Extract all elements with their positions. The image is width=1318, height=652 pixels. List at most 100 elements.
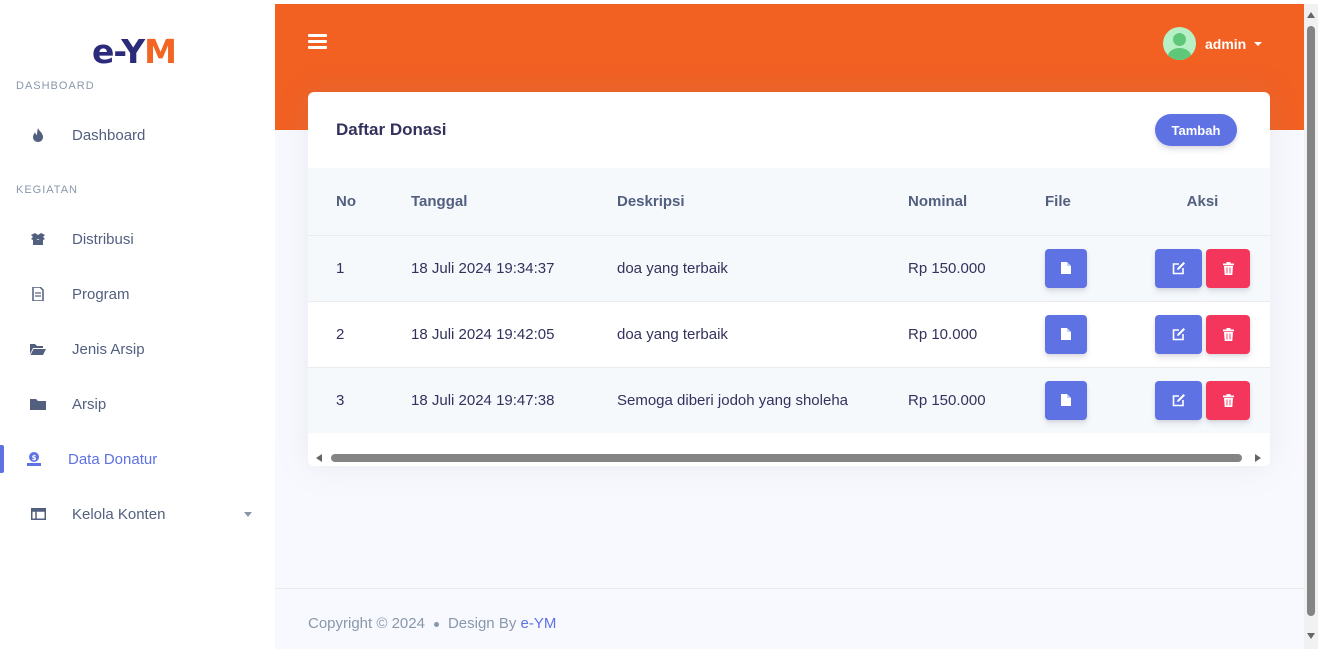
- sidebar-item-label: Arsip: [72, 395, 107, 413]
- card-title: Daftar Donasi: [336, 120, 447, 139]
- avatar: [1163, 27, 1196, 60]
- scrollbar-thumb[interactable]: [331, 454, 1242, 462]
- cell-aksi: [1135, 300, 1270, 367]
- cell-aksi: [1135, 234, 1270, 301]
- cell-deskripsi: doa yang terbaik: [617, 300, 908, 367]
- trash-icon: [1222, 327, 1234, 341]
- cell-aksi: [1135, 366, 1270, 433]
- document-icon: [30, 286, 46, 302]
- scrollbar-thumb[interactable]: [1307, 26, 1315, 616]
- money-icon: $: [26, 451, 42, 467]
- view-file-button[interactable]: [1045, 248, 1087, 288]
- folder-open-icon: [30, 341, 46, 357]
- table-row: 2 18 Juli 2024 19:42:05 doa yang terbaik…: [308, 300, 1270, 367]
- add-button[interactable]: Tambah: [1155, 114, 1237, 146]
- folder-icon: [30, 396, 46, 412]
- scroll-left-arrow-icon[interactable]: [316, 454, 322, 462]
- horizontal-scrollbar[interactable]: [308, 448, 1270, 466]
- cell-tanggal: 18 Juli 2024 19:42:05: [411, 300, 617, 367]
- edit-button[interactable]: [1155, 380, 1202, 420]
- file-icon: [1061, 328, 1071, 340]
- column-header-file: File: [1045, 168, 1135, 235]
- sidebar-item-jenis-arsip[interactable]: Jenis Arsip: [0, 329, 275, 369]
- scroll-up-arrow-icon[interactable]: [1307, 12, 1315, 18]
- cell-tanggal: 18 Juli 2024 19:34:37: [411, 234, 617, 301]
- footer-text: Copyright © 2024 Design By e-YM: [308, 615, 556, 632]
- edit-icon: [1172, 327, 1185, 340]
- sidebar-item-dashboard[interactable]: Dashboard: [0, 115, 275, 155]
- column-header-tanggal: Tanggal: [411, 168, 617, 235]
- cell-nominal: Rp 150.000: [908, 366, 1045, 433]
- cell-nominal: Rp 10.000: [908, 300, 1045, 367]
- fire-icon: [30, 127, 46, 143]
- card-header: Daftar Donasi Tambah: [308, 92, 1270, 168]
- sidebar-item-label: Kelola Konten: [72, 505, 166, 523]
- sidebar-item-arsip[interactable]: Arsip: [0, 384, 275, 424]
- trash-icon: [1222, 261, 1234, 275]
- table-row: 3 18 Juli 2024 19:47:38 Semoga diberi jo…: [308, 366, 1270, 433]
- cell-nominal: Rp 150.000: [908, 234, 1045, 301]
- svg-text:$: $: [32, 454, 37, 462]
- table-header-row: No Tanggal Deskripsi Nominal File Aksi: [308, 168, 1270, 235]
- cell-deskripsi: doa yang terbaik: [617, 234, 908, 301]
- user-menu[interactable]: admin: [1163, 27, 1263, 60]
- donation-list-card: Daftar Donasi Tambah No Tanggal Deskrips…: [308, 92, 1270, 466]
- scroll-right-arrow-icon[interactable]: [1255, 454, 1261, 462]
- logo-part-y: Y: [121, 32, 145, 71]
- sidebar-item-data-donatur[interactable]: $ Data Donatur: [0, 439, 275, 479]
- footer: Copyright © 2024 Design By e-YM: [275, 588, 1304, 649]
- sidebar-item-label: Data Donatur: [68, 450, 158, 468]
- layout-icon: [30, 506, 46, 522]
- box-icon: [30, 231, 46, 247]
- chevron-down-icon: [1254, 41, 1263, 46]
- file-icon: [1061, 262, 1071, 274]
- section-label-kegiatan: KEGIATAN: [16, 184, 78, 196]
- column-header-no: No: [308, 168, 411, 235]
- delete-button[interactable]: [1206, 314, 1250, 354]
- edit-button[interactable]: [1155, 248, 1202, 288]
- column-header-deskripsi: Deskripsi: [617, 168, 908, 235]
- sidebar-item-label: Jenis Arsip: [72, 340, 145, 358]
- user-name: admin: [1205, 35, 1247, 52]
- cell-no: 2: [308, 300, 411, 367]
- edit-button[interactable]: [1155, 314, 1202, 354]
- delete-button[interactable]: [1206, 248, 1250, 288]
- sidebar-item-program[interactable]: Program: [0, 274, 275, 314]
- cell-no: 3: [308, 366, 411, 433]
- sidebar-item-label: Dashboard: [72, 126, 146, 144]
- logo-part-e: e-: [92, 32, 122, 71]
- brand-logo[interactable]: e-YM: [92, 32, 177, 71]
- edit-icon: [1172, 261, 1185, 274]
- trash-icon: [1222, 393, 1234, 407]
- chevron-down-icon: [244, 511, 252, 517]
- logo-part-m: M: [144, 32, 177, 71]
- copyright-text: Copyright © 2024: [308, 615, 425, 632]
- sidebar-item-label: Program: [72, 285, 130, 303]
- vertical-scrollbar[interactable]: [1304, 4, 1318, 649]
- sidebar-item-kelola-konten[interactable]: Kelola Konten: [0, 494, 275, 534]
- donation-table: No Tanggal Deskripsi Nominal File Aksi 1…: [308, 168, 1270, 433]
- sidebar-item-label: Distribusi: [72, 230, 134, 248]
- file-icon: [1061, 394, 1071, 407]
- sidebar-item-distribusi[interactable]: Distribusi: [0, 219, 275, 259]
- view-file-button[interactable]: [1045, 380, 1087, 420]
- hamburger-menu-icon[interactable]: [308, 34, 327, 49]
- edit-icon: [1172, 393, 1185, 407]
- sidebar: e-YM DASHBOARD Dashboard KEGIATAN Distri…: [0, 4, 275, 649]
- footer-brand-link[interactable]: e-YM: [521, 615, 557, 632]
- column-header-nominal: Nominal: [908, 168, 1045, 235]
- cell-file: [1045, 300, 1135, 367]
- section-label-dashboard: DASHBOARD: [16, 80, 95, 92]
- design-by-text: Design By: [447, 615, 517, 632]
- column-header-aksi: Aksi: [1135, 168, 1270, 235]
- delete-button[interactable]: [1206, 380, 1250, 420]
- view-file-button[interactable]: [1045, 314, 1087, 354]
- cell-tanggal: 18 Juli 2024 19:47:38: [411, 366, 617, 433]
- cell-no: 1: [308, 234, 411, 301]
- cell-file: [1045, 366, 1135, 433]
- scroll-down-arrow-icon[interactable]: [1307, 633, 1315, 639]
- cell-file: [1045, 234, 1135, 301]
- main-content: admin Daftar Donasi Tambah No Tanggal De…: [275, 4, 1304, 649]
- table-row: 1 18 Juli 2024 19:34:37 doa yang terbaik…: [308, 234, 1270, 301]
- separator-dot: [433, 621, 439, 627]
